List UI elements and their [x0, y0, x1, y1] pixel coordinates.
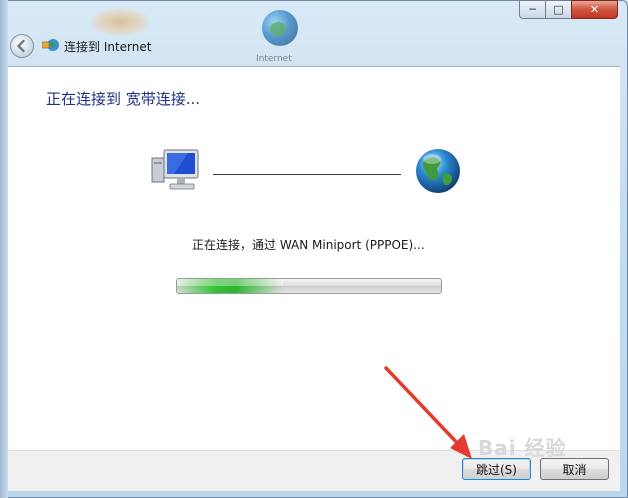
connection-line — [213, 174, 401, 175]
desktop-edge — [0, 0, 8, 498]
minimize-icon: ─ — [529, 3, 536, 16]
close-icon: ✕ — [589, 3, 600, 16]
annotation-arrow-icon — [384, 366, 472, 459]
background-globe-icon — [262, 10, 298, 46]
back-button[interactable] — [10, 34, 34, 58]
minimize-button[interactable]: ─ — [519, 0, 546, 19]
background-globe-label: Internet — [256, 54, 292, 64]
window-title: 连接到 Internet — [64, 40, 152, 54]
cancel-button[interactable]: 取消 — [540, 458, 609, 480]
watermark-text: Bai 经验 — [478, 436, 567, 460]
close-button[interactable]: ✕ — [571, 0, 618, 19]
network-connection-icon — [42, 39, 59, 51]
watermark: Bai 经验 — [478, 432, 567, 461]
wizard-content — [8, 66, 620, 451]
page-heading: 正在连接到 宽带连接... — [46, 90, 201, 108]
computer-icon — [151, 149, 199, 190]
back-arrow-icon — [17, 39, 25, 53]
connection-progress-bar — [176, 278, 442, 294]
maximize-icon: □ — [553, 3, 564, 16]
connection-status: 正在连接，通过 WAN Miniport (PPPOE)... — [192, 238, 425, 252]
maximize-button[interactable]: □ — [545, 0, 572, 19]
internet-globe-icon — [416, 149, 460, 193]
background-blur-icon — [90, 8, 150, 36]
progress-fill — [177, 279, 283, 293]
